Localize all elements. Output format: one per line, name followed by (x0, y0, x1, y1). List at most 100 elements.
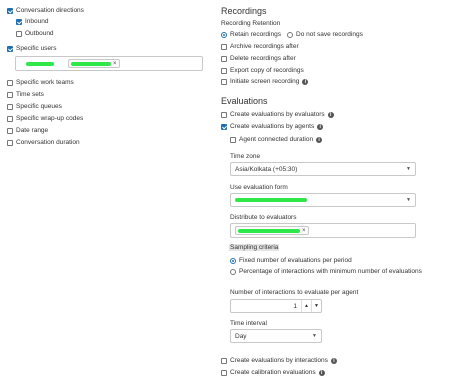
delete-checkbox[interactable] (221, 56, 227, 62)
do-not-save-option[interactable]: Do not save recordings (287, 31, 363, 39)
info-icon[interactable]: i (330, 358, 337, 364)
inbound-option[interactable]: Inbound (16, 18, 49, 26)
chevron-down-icon: ▼ (406, 166, 411, 172)
number-of-interactions-stepper[interactable]: 1 ▲ ▼ (230, 299, 322, 313)
conversation-duration-option[interactable]: Conversation duration (7, 139, 80, 147)
evaluations-heading: Evaluations (221, 96, 268, 106)
by-evaluators-checkbox[interactable] (221, 112, 227, 118)
specific-users-option[interactable]: Specific users (7, 45, 56, 53)
number-of-interactions-value: 1 (293, 302, 297, 310)
calibration-label: Create calibration evaluations (230, 369, 316, 376)
agent-connected-duration-option[interactable]: Agent connected duration i (230, 136, 323, 144)
conversation-directions-option[interactable]: Conversation directions (7, 7, 84, 15)
redacted-evaluator (238, 228, 300, 233)
archive-label: Archive recordings after (230, 43, 299, 50)
export-label: Export copy of recordings (230, 67, 304, 74)
do-not-save-radio[interactable] (287, 32, 293, 38)
outbound-checkbox[interactable] (16, 31, 22, 37)
specific-users-checkbox[interactable] (7, 46, 13, 52)
initiate-screen-recording-checkbox[interactable] (221, 79, 227, 85)
info-icon[interactable]: i (317, 124, 324, 130)
do-not-save-label: Do not save recordings (296, 31, 363, 38)
by-evaluators-option[interactable]: Create evaluations by evaluators i (221, 111, 334, 119)
initiate-screen-recording-label: Initiate screen recording (230, 78, 300, 85)
retain-recordings-radio[interactable] (221, 32, 227, 38)
conversation-directions-checkbox[interactable] (7, 8, 13, 14)
retain-recordings-label: Retain recordings (230, 31, 281, 38)
specific-work-teams-label: Specific work teams (16, 79, 74, 86)
specific-users-input[interactable]: × (15, 56, 203, 71)
date-range-checkbox[interactable] (7, 128, 13, 134)
evaluators-input[interactable]: × (230, 223, 416, 238)
fixed-number-radio[interactable] (230, 258, 236, 264)
evaluation-form-select[interactable]: ▼ (230, 193, 416, 207)
time-interval-label: Time interval (230, 320, 267, 327)
specific-work-teams-checkbox[interactable] (7, 80, 13, 86)
inbound-label: Inbound (25, 18, 49, 25)
percentage-radio[interactable] (230, 269, 236, 275)
outbound-option[interactable]: Outbound (16, 30, 54, 38)
info-icon[interactable]: i (327, 112, 334, 118)
time-interval-select[interactable]: Day ▼ (230, 329, 322, 343)
initiate-screen-recording-option[interactable]: Initiate screen recording i (221, 78, 309, 86)
redacted-form-name (235, 198, 307, 202)
conversation-duration-checkbox[interactable] (7, 140, 13, 146)
archive-option[interactable]: Archive recordings after (221, 43, 299, 51)
agent-connected-duration-label: Agent connected duration (239, 136, 314, 143)
by-agents-label: Create evaluations by agents (230, 123, 315, 130)
time-interval-value: Day (235, 332, 247, 340)
specific-work-teams-option[interactable]: Specific work teams (7, 79, 74, 87)
by-interactions-checkbox[interactable] (221, 358, 227, 364)
time-sets-option[interactable]: Time sets (7, 91, 44, 99)
fixed-number-option[interactable]: Fixed number of evaluations per period (230, 257, 352, 265)
agent-connected-duration-checkbox[interactable] (230, 137, 236, 143)
specific-queues-label: Specific queues (16, 103, 62, 110)
date-range-option[interactable]: Date range (7, 127, 48, 135)
time-sets-label: Time sets (16, 91, 44, 98)
export-checkbox[interactable] (221, 68, 227, 74)
by-interactions-label: Create evaluations by interactions (230, 357, 328, 364)
info-icon[interactable]: i (316, 137, 323, 143)
info-icon[interactable]: i (302, 79, 309, 85)
delete-option[interactable]: Delete recordings after (221, 55, 296, 63)
info-icon[interactable]: i (318, 370, 325, 376)
export-option[interactable]: Export copy of recordings (221, 67, 304, 75)
by-agents-option[interactable]: Create evaluations by agents i (221, 123, 324, 131)
evaluator-chip: × (235, 226, 309, 235)
decrement-icon[interactable]: ▼ (311, 300, 321, 312)
close-icon[interactable]: × (302, 228, 306, 234)
specific-wrap-up-codes-option[interactable]: Specific wrap-up codes (7, 115, 83, 123)
redacted-user-2 (71, 61, 111, 66)
time-sets-checkbox[interactable] (7, 92, 13, 98)
distribute-to-evaluators-label: Distribute to evaluators (230, 214, 297, 221)
outbound-label: Outbound (25, 30, 54, 37)
redacted-user-1 (26, 61, 54, 66)
conversation-duration-label: Conversation duration (16, 139, 80, 146)
chevron-down-icon: ▼ (406, 197, 411, 203)
close-icon[interactable]: × (113, 61, 117, 67)
specific-queues-checkbox[interactable] (7, 104, 13, 110)
retain-recordings-option[interactable]: Retain recordings (221, 31, 281, 39)
inbound-checkbox[interactable] (16, 19, 22, 25)
archive-checkbox[interactable] (221, 44, 227, 50)
specific-wrap-up-codes-checkbox[interactable] (7, 116, 13, 122)
calibration-option[interactable]: Create calibration evaluations i (221, 369, 325, 377)
specific-queues-option[interactable]: Specific queues (7, 103, 62, 111)
number-of-interactions-label: Number of interactions to evaluate per a… (230, 289, 359, 296)
recording-retention-label: Recording Retention (221, 20, 281, 27)
delete-label: Delete recordings after (230, 55, 296, 62)
specific-users-label: Specific users (16, 45, 57, 52)
time-zone-value: Asia/Kolkata (+05:30) (235, 165, 298, 173)
user-chip: × (68, 59, 120, 68)
time-zone-select[interactable]: Asia/Kolkata (+05:30) ▼ (230, 162, 416, 176)
specific-wrap-up-codes-label: Specific wrap-up codes (16, 115, 84, 122)
by-agents-checkbox[interactable] (221, 124, 227, 130)
by-interactions-option[interactable]: Create evaluations by interactions i (221, 357, 337, 365)
percentage-option[interactable]: Percentage of interactions with minimum … (230, 268, 422, 276)
chevron-down-icon: ▼ (312, 333, 317, 339)
by-evaluators-label: Create evaluations by evaluators (230, 111, 325, 118)
calibration-checkbox[interactable] (221, 370, 227, 376)
increment-icon[interactable]: ▲ (301, 300, 311, 312)
sampling-criteria-label: Sampling criteria (229, 244, 280, 251)
fixed-number-label: Fixed number of evaluations per period (239, 257, 352, 264)
